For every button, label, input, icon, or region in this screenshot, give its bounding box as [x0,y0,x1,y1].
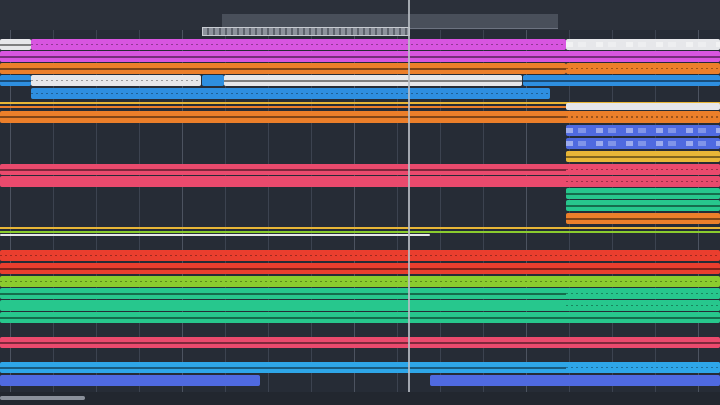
midi-clip[interactable] [0,234,430,236]
midi-notes [0,79,31,82]
midi-notes [224,79,522,82]
midi-clip[interactable] [224,75,522,86]
midi-notes [566,217,720,220]
midi-clip[interactable] [566,138,720,149]
folder-track-strip [0,227,720,229]
midi-clip[interactable] [31,75,201,86]
midi-clip[interactable] [566,176,720,187]
midi-clip[interactable] [566,288,720,299]
midi-clip[interactable] [566,213,720,224]
midi-notes [566,68,720,69]
midi-notes [0,341,720,344]
midi-clip[interactable] [566,103,720,110]
midi-notes [566,141,720,146]
midi-notes [0,67,566,70]
midi-clip[interactable] [566,39,720,50]
midi-notes [31,44,566,45]
arrange-view[interactable] [0,0,720,405]
midi-notes [566,192,720,195]
midi-clip[interactable] [0,375,260,386]
midi-notes [0,316,720,319]
cycle-marker[interactable] [202,27,410,36]
midi-notes [566,305,720,306]
midi-notes [566,42,720,47]
midi-clip[interactable] [0,250,720,261]
midi-clip[interactable] [566,188,720,199]
horizontal-scrollbar-track[interactable] [0,392,720,405]
midi-clip[interactable] [0,63,566,74]
midi-notes [566,128,720,133]
midi-notes [0,55,720,58]
midi-notes [0,255,720,256]
midi-notes [31,93,550,94]
midi-clip[interactable] [430,375,720,386]
midi-notes [566,169,720,170]
midi-clip[interactable] [566,300,720,311]
folder-track-strip [0,231,720,233]
ruler-bar[interactable] [0,0,720,30]
midi-clip[interactable] [566,125,720,136]
midi-notes [566,293,720,294]
midi-notes [0,43,31,46]
midi-clip[interactable] [523,75,720,86]
midi-clip[interactable] [0,75,31,86]
midi-clip[interactable] [0,312,720,323]
midi-clip[interactable] [202,75,224,86]
midi-clip[interactable] [0,337,720,348]
midi-notes [566,116,720,118]
midi-notes [523,79,720,82]
midi-clip[interactable] [566,63,720,74]
midi-clip[interactable] [0,276,720,287]
midi-clip[interactable] [566,362,720,373]
horizontal-scrollbar-thumb[interactable] [0,396,85,400]
midi-notes [566,367,720,368]
midi-clip[interactable] [566,164,720,175]
midi-notes [566,181,720,182]
midi-clip[interactable] [566,200,720,211]
playhead[interactable] [408,0,410,405]
midi-clip[interactable] [31,88,550,99]
midi-notes [0,281,720,282]
midi-clip[interactable] [0,51,720,62]
midi-clip[interactable] [566,151,720,162]
midi-notes [31,80,201,81]
midi-clip[interactable] [31,39,566,50]
midi-notes [566,204,720,207]
midi-clip[interactable] [0,39,31,50]
midi-notes [566,155,720,158]
midi-notes [0,267,720,270]
midi-clip[interactable] [0,263,720,274]
midi-clip[interactable] [566,111,720,123]
